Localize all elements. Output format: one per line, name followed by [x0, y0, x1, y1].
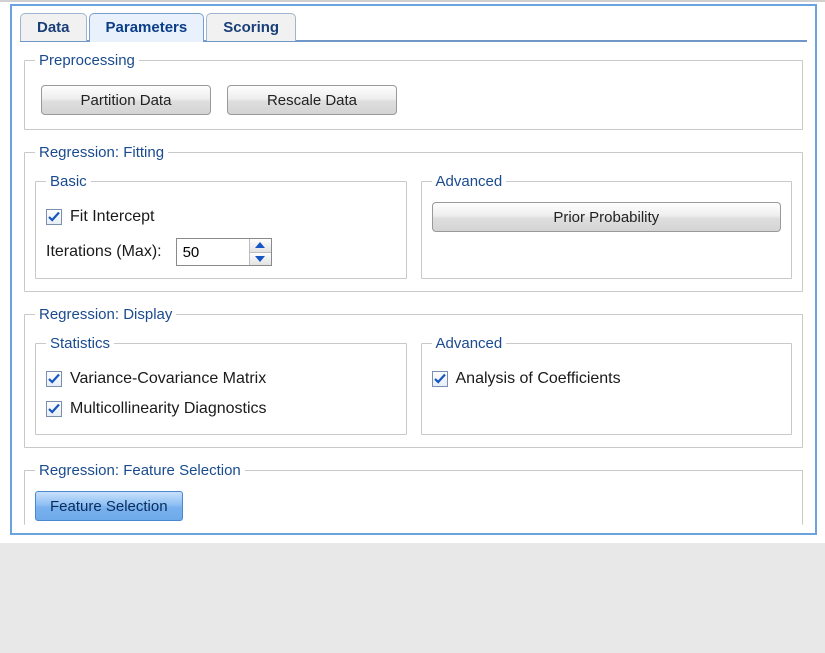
fitting-basic-legend: Basic: [46, 173, 91, 190]
display-legend: Regression: Display: [35, 306, 176, 323]
varcov-row: Variance-Covariance Matrix: [46, 370, 396, 388]
varcov-label: Variance-Covariance Matrix: [70, 370, 266, 388]
iterations-row: Iterations (Max):: [46, 238, 396, 266]
tab-page-parameters: Preprocessing Partition Data Rescale Dat…: [20, 42, 807, 525]
iterations-spinner: [176, 238, 272, 266]
iterations-increment[interactable]: [250, 239, 271, 252]
rescale-data-button[interactable]: Rescale Data: [227, 85, 397, 115]
display-advanced-legend: Advanced: [432, 335, 507, 352]
display-statistics-legend: Statistics: [46, 335, 114, 352]
check-icon: [48, 403, 60, 415]
coef-label: Analysis of Coefficients: [456, 370, 621, 388]
display-advanced-group: Advanced Analysis of Coefficients: [421, 335, 793, 435]
multi-row: Multicollinearity Diagnostics: [46, 400, 396, 418]
fitting-basic-group: Basic Fit Intercept Iterations (Max):: [35, 173, 407, 279]
check-icon: [48, 373, 60, 385]
tab-scoring[interactable]: Scoring: [206, 13, 296, 41]
iterations-label: Iterations (Max):: [46, 243, 162, 261]
check-icon: [48, 211, 60, 223]
chevron-down-icon: [255, 256, 265, 262]
tab-data[interactable]: Data: [20, 13, 87, 41]
multi-checkbox[interactable]: [46, 401, 62, 417]
tab-row: Data Parameters Scoring: [20, 12, 807, 41]
chevron-up-icon: [255, 242, 265, 248]
fit-intercept-row: Fit Intercept: [46, 208, 396, 226]
preprocessing-legend: Preprocessing: [35, 52, 139, 69]
feature-selection-button[interactable]: Feature Selection: [35, 491, 183, 521]
tab-parameters[interactable]: Parameters: [89, 13, 205, 42]
fit-intercept-label: Fit Intercept: [70, 208, 154, 226]
multi-label: Multicollinearity Diagnostics: [70, 400, 267, 418]
iterations-decrement[interactable]: [250, 252, 271, 266]
display-statistics-group: Statistics Variance-Covariance Matrix: [35, 335, 407, 435]
feature-selection-legend: Regression: Feature Selection: [35, 462, 245, 479]
varcov-checkbox[interactable]: [46, 371, 62, 387]
feature-selection-group: Regression: Feature Selection Feature Se…: [24, 462, 803, 525]
preprocessing-buttons: Partition Data Rescale Data: [35, 81, 792, 117]
iterations-spin-buttons: [249, 239, 271, 265]
iterations-input[interactable]: [177, 239, 249, 265]
prior-probability-button[interactable]: Prior Probability: [432, 202, 782, 232]
parameters-panel: Data Parameters Scoring Preprocessing Pa…: [10, 4, 817, 535]
fit-intercept-checkbox[interactable]: [46, 209, 62, 225]
check-icon: [434, 373, 446, 385]
fitting-advanced-group: Advanced Prior Probability: [421, 173, 793, 279]
fitting-group: Regression: Fitting Basic Fit Intercept …: [24, 144, 803, 292]
display-group: Regression: Display Statistics Variance-…: [24, 306, 803, 448]
fitting-legend: Regression: Fitting: [35, 144, 168, 161]
partition-data-button[interactable]: Partition Data: [41, 85, 211, 115]
coef-row: Analysis of Coefficients: [432, 370, 782, 388]
preprocessing-group: Preprocessing Partition Data Rescale Dat…: [24, 52, 803, 130]
outer-wrap: Data Parameters Scoring Preprocessing Pa…: [0, 0, 825, 543]
fitting-advanced-legend: Advanced: [432, 173, 507, 190]
coef-checkbox[interactable]: [432, 371, 448, 387]
